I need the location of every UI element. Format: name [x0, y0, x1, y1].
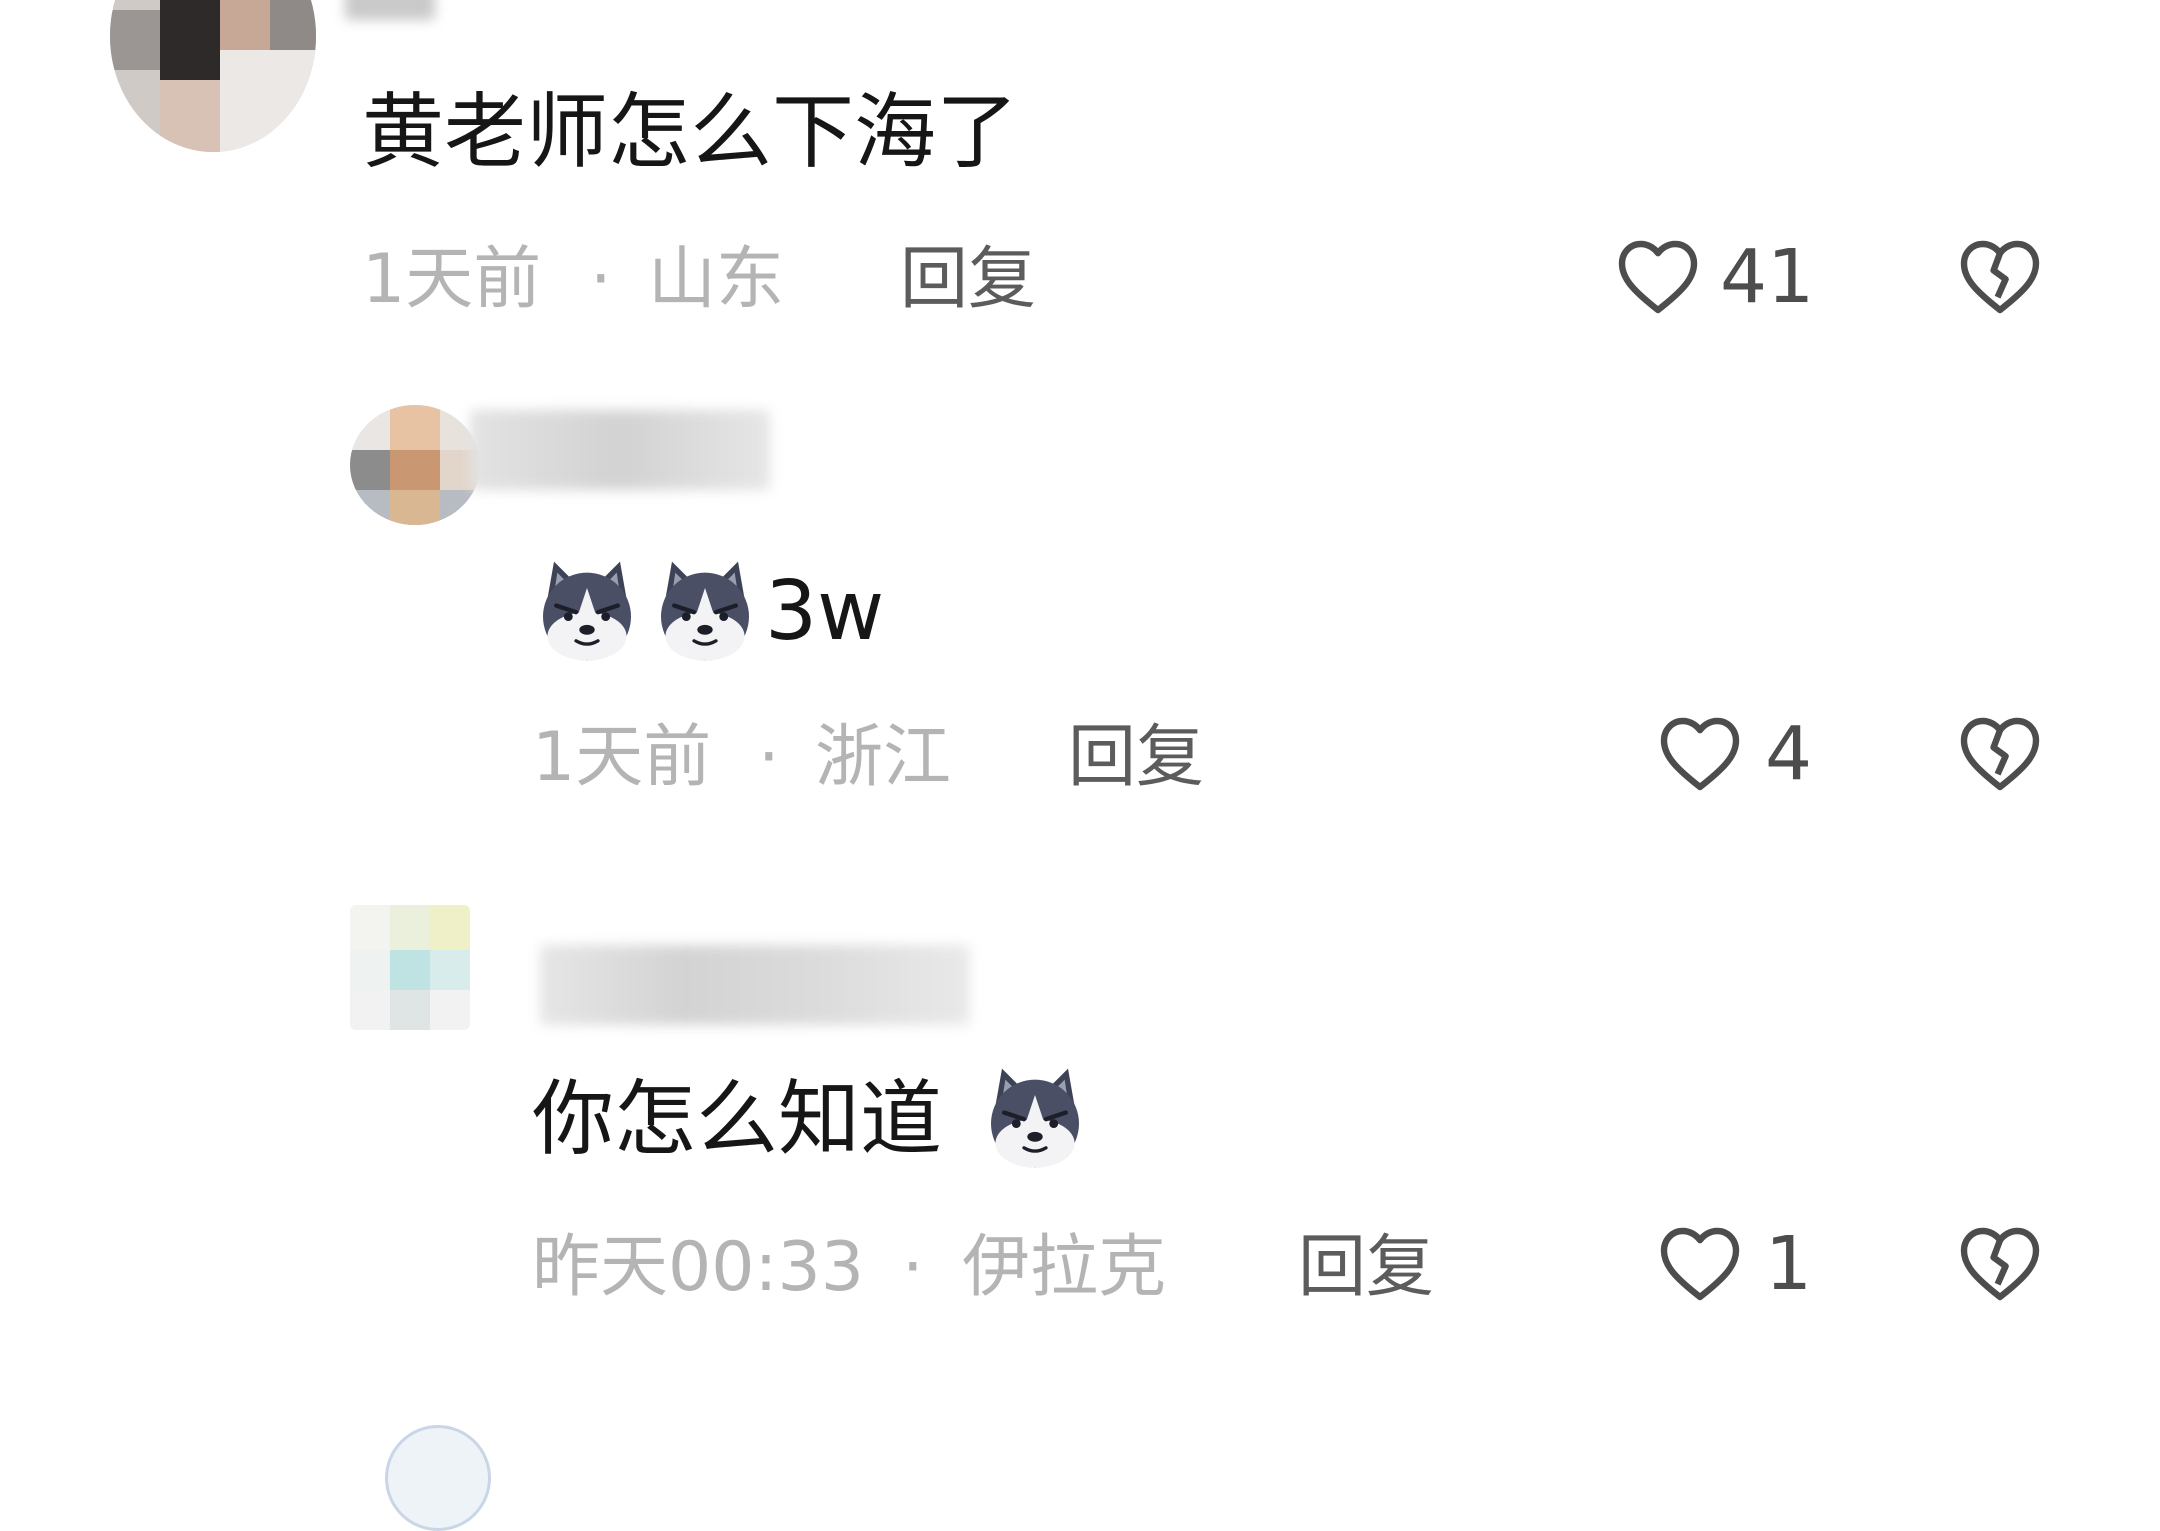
heart-outline-icon[interactable] [1610, 228, 1706, 324]
comment-location: 浙江 [815, 718, 952, 797]
avatar[interactable] [350, 905, 470, 1030]
broken-heart-icon[interactable] [1952, 705, 2048, 801]
husky-emoji [650, 555, 760, 665]
avatar[interactable] [110, 0, 316, 152]
broken-heart-icon[interactable] [1952, 228, 2048, 324]
comment-location: 伊拉克 [962, 1228, 1167, 1307]
username-blurred[interactable] [470, 410, 770, 490]
like-count: 41 [1720, 234, 1815, 320]
heart-outline-icon[interactable] [1652, 705, 1748, 801]
username-blurred[interactable] [540, 945, 970, 1025]
husky-emoji [532, 555, 642, 665]
username-blurred[interactable] [345, 0, 435, 20]
husky-emoji [980, 1062, 1090, 1172]
meta-separator: · [902, 1228, 924, 1307]
comment-time: 1天前 [362, 240, 542, 319]
comment-location: 山东 [648, 240, 785, 319]
like-count: 1 [1765, 1221, 1813, 1307]
avatar[interactable] [350, 405, 480, 525]
comment-text: 3w [765, 564, 885, 659]
comment-text: 黄老师怎么下海了 [362, 85, 1019, 180]
reply-button[interactable]: 回复 [900, 240, 1036, 320]
reply-button[interactable]: 回复 [1068, 718, 1204, 798]
meta-separator: · [590, 240, 612, 319]
avatar[interactable] [385, 1425, 491, 1531]
comment-time: 昨天00:33 [532, 1228, 864, 1307]
comment-time: 1天前 [532, 718, 712, 797]
heart-outline-icon[interactable] [1652, 1215, 1748, 1311]
reply-button[interactable]: 回复 [1298, 1228, 1434, 1308]
like-count: 4 [1765, 711, 1813, 797]
broken-heart-icon[interactable] [1952, 1215, 2048, 1311]
meta-separator: · [758, 718, 780, 797]
comment-text: 你怎么知道 [532, 1072, 943, 1167]
